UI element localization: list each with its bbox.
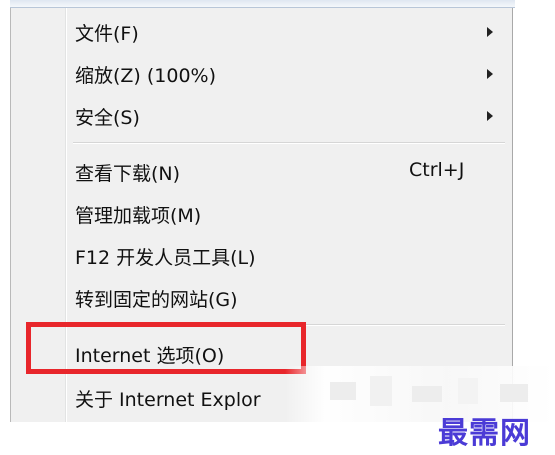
menu-item-label: 缩放(Z) (100%) <box>75 65 217 87</box>
submenu-arrow-icon <box>487 27 493 37</box>
watermark-text: 最需网 <box>438 416 531 451</box>
menu-item-label: 安全(S) <box>75 107 140 129</box>
menu-item-label: 管理加载项(M) <box>75 205 202 227</box>
menu-item-f12-developer-tools[interactable]: F12 开发人员工具(L) <box>11 235 512 275</box>
screenshot-stage: 文件(F) 缩放(Z) (100%) 安全(S) 查看下载(N) Ctrl+J … <box>0 0 555 455</box>
submenu-arrow-icon <box>487 69 493 79</box>
submenu-arrow-icon <box>487 111 493 121</box>
red-highlight-annotation <box>26 322 306 374</box>
menu-item-zoom[interactable]: 缩放(Z) (100%) <box>11 53 512 93</box>
menu-item-file[interactable]: 文件(F) <box>11 11 512 51</box>
menu-item-label: 转到固定的网站(G) <box>75 289 238 311</box>
menu-item-pinned-sites[interactable]: 转到固定的网站(G) <box>11 277 512 317</box>
blurred-pixel-blocks <box>330 372 540 412</box>
menu-top-border <box>10 0 515 8</box>
menu-item-label: 关于 Internet Explor <box>75 389 261 411</box>
menu-item-shortcut: Ctrl+J <box>409 159 465 181</box>
menu-item-label: 文件(F) <box>75 23 139 45</box>
menu-item-view-downloads[interactable]: 查看下载(N) Ctrl+J <box>11 151 512 191</box>
menu-item-manage-addons[interactable]: 管理加载项(M) <box>11 193 512 233</box>
menu-item-label: F12 开发人员工具(L) <box>75 247 256 269</box>
menu-item-safety[interactable]: 安全(S) <box>11 95 512 135</box>
menu-item-label: 查看下载(N) <box>75 163 181 185</box>
menu-separator <box>73 142 505 144</box>
